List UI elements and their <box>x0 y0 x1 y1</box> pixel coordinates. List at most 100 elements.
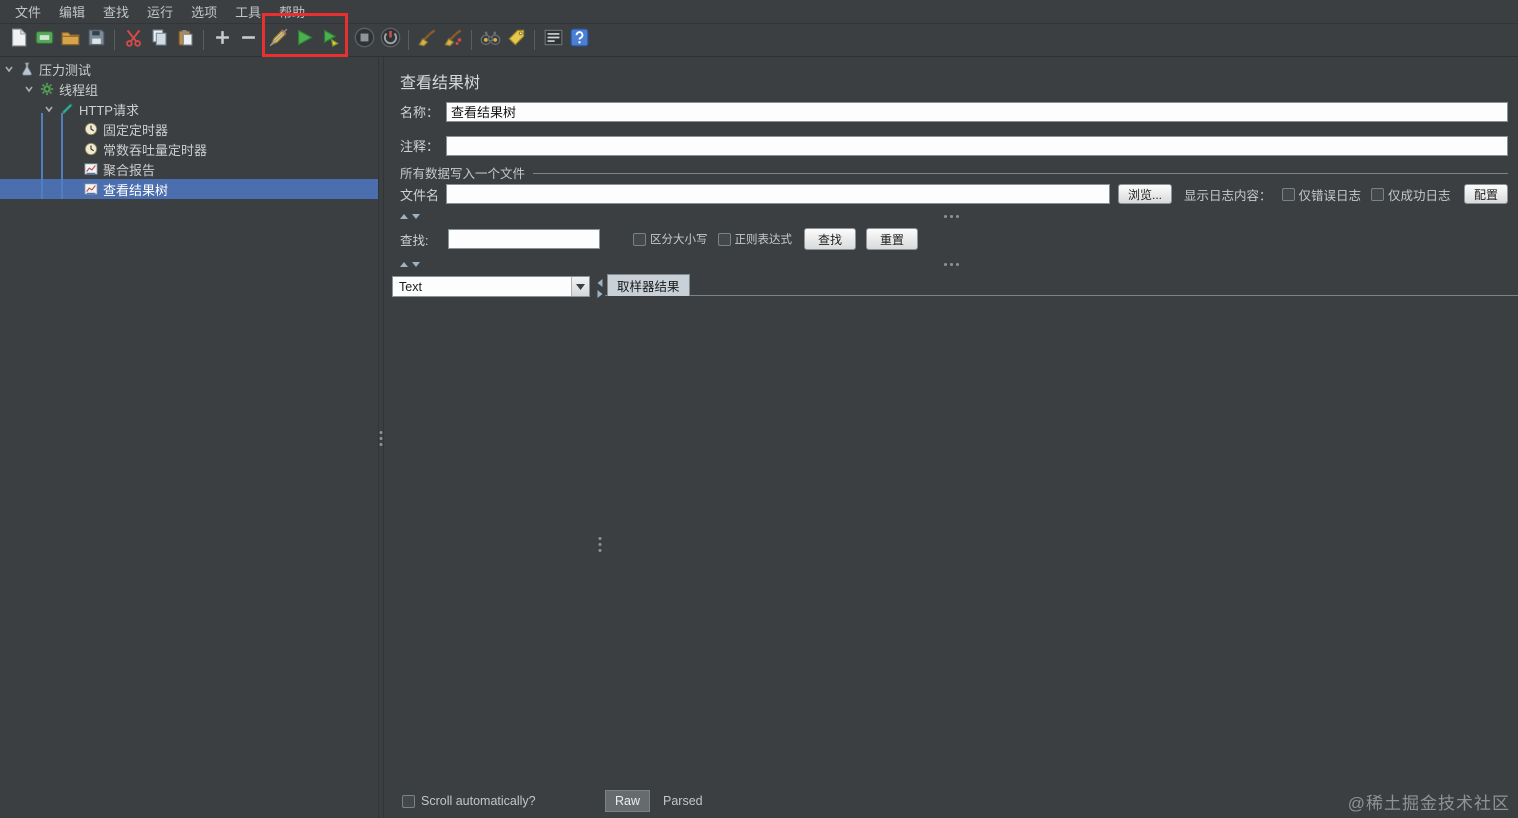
tab-parsed[interactable]: Parsed <box>654 790 712 812</box>
menu-help[interactable]: 帮助 <box>270 0 314 24</box>
chevron-down-icon[interactable] <box>571 277 589 296</box>
cut-button[interactable] <box>120 27 146 54</box>
tree-item-http-request[interactable]: HTTP请求 <box>0 99 378 119</box>
splitter-handle[interactable] <box>379 431 383 446</box>
collapse-button[interactable] <box>235 27 261 54</box>
menubar: 文件 编辑 查找 运行 选项 工具 帮助 <box>0 0 1518 24</box>
comment-input[interactable] <box>446 135 1508 156</box>
start-no-pauses-button[interactable] <box>317 27 343 54</box>
chevron-down-icon[interactable] <box>20 80 38 98</box>
view-results-tree-panel: 查看结果树 名称： 注释： 所有数据写入一个文件 文件名 浏览... 显示日志内… <box>384 57 1518 818</box>
success-only-label: 仅成功日志 <box>1388 188 1451 203</box>
search-button[interactable] <box>477 27 503 54</box>
tree-item-constant-timer[interactable]: 固定定时器 <box>0 119 378 139</box>
tree-item-label: 常数吞吐量定时器 <box>103 142 208 158</box>
stop-button[interactable] <box>351 27 377 54</box>
splitter-collapse-arrows[interactable] <box>597 279 603 298</box>
clear-button[interactable] <box>414 27 440 54</box>
tab-raw[interactable]: Raw <box>605 790 651 812</box>
page-title: 查看结果树 <box>400 75 481 92</box>
reset-button[interactable]: 重置 <box>866 228 918 250</box>
splitter-collapse-arrows[interactable] <box>400 262 420 267</box>
clear-all-button[interactable] <box>440 27 466 54</box>
errors-only-label: 仅错误日志 <box>1298 188 1362 203</box>
horizontal-splitter[interactable] <box>384 259 1518 270</box>
name-row: 名称： <box>400 101 1508 122</box>
new-file-button[interactable] <box>5 27 31 54</box>
timer-icon <box>82 141 100 157</box>
splitter-collapse-arrows[interactable] <box>400 214 420 219</box>
splitter-handle[interactable] <box>944 263 959 266</box>
shutdown-button[interactable] <box>377 27 403 54</box>
tree-item-label: 聚合报告 <box>103 162 156 178</box>
test-plan-tree: 压力测试 线程组 HTTP请求 固定定时器 常数吞吐量定时器 聚合报告 查看结果… <box>0 57 378 818</box>
search-input[interactable] <box>448 229 600 249</box>
scroll-automatically-checkbox[interactable] <box>402 794 415 808</box>
find-button[interactable]: 查找 <box>804 228 856 250</box>
horizontal-splitter[interactable] <box>384 211 1518 222</box>
search-icon <box>480 29 501 51</box>
toggle-edit-button[interactable] <box>265 27 291 54</box>
menu-options[interactable]: 选项 <box>182 0 226 24</box>
copy-button[interactable] <box>146 27 172 54</box>
splitter-handle[interactable] <box>944 215 959 218</box>
start-icon <box>295 28 314 52</box>
case-sensitive-label: 区分大小写 <box>650 234 708 246</box>
renderer-selected-value: Text <box>399 279 422 294</box>
file-section-label: 所有数据写入一个文件 <box>400 167 526 181</box>
menu-tools[interactable]: 工具 <box>226 0 270 24</box>
search-row: 查找: 区分大小写 正则表达式 查找 重置 <box>400 227 1508 251</box>
chevron-down-icon[interactable] <box>0 60 18 78</box>
tab-sampler-result[interactable]: 取样器结果 <box>607 274 690 296</box>
section-divider <box>533 172 1508 174</box>
menu-search[interactable]: 查找 <box>94 0 138 24</box>
sampler-tab-row: 取样器结果 <box>605 273 1518 296</box>
regex-checkbox[interactable] <box>717 232 731 246</box>
success-only-checkbox[interactable] <box>1371 187 1385 201</box>
menu-file[interactable]: 文件 <box>6 0 50 24</box>
thread-group-icon <box>38 81 56 97</box>
test-plan-icon <box>18 61 36 77</box>
tree-item-aggregate-report[interactable]: 聚合报告 <box>0 159 378 179</box>
menu-edit[interactable]: 编辑 <box>50 0 94 24</box>
open-icon <box>61 29 80 51</box>
toolbar-separator <box>471 30 472 50</box>
case-sensitive-checkbox[interactable] <box>633 232 646 246</box>
tree-item-view-results-tree[interactable]: 查看结果树 <box>0 179 378 199</box>
plus-icon <box>214 29 231 51</box>
templates-button[interactable] <box>31 27 57 54</box>
toolbar-separator <box>408 30 409 50</box>
function-helper-icon <box>507 28 526 52</box>
save-button[interactable] <box>83 27 109 54</box>
tree-item-test-plan[interactable]: 压力测试 <box>0 59 378 79</box>
file-row: 文件名 浏览... 显示日志内容： 仅错误日志 仅成功日志 配置 <box>400 183 1508 205</box>
function-helper-button[interactable] <box>503 27 529 54</box>
paste-button[interactable] <box>172 27 198 54</box>
menu-run[interactable]: 运行 <box>138 0 182 24</box>
expand-button[interactable] <box>209 27 235 54</box>
toolbar-separator <box>114 30 115 50</box>
results-viewer: Text Scroll automatically? 取样器结果 Raw Par… <box>384 273 1518 818</box>
new-file-icon <box>10 28 27 52</box>
tree-item-thread-group[interactable]: 线程组 <box>0 79 378 99</box>
name-input[interactable] <box>446 101 1508 122</box>
help-button[interactable] <box>566 27 592 54</box>
start-button[interactable] <box>291 27 317 54</box>
toolbar-separator <box>203 30 204 50</box>
tree-item-label: 查看结果树 <box>103 182 169 198</box>
splitter-handle[interactable] <box>598 537 602 552</box>
browse-button[interactable]: 浏览... <box>1118 184 1173 204</box>
configure-button[interactable]: 配置 <box>1463 184 1508 204</box>
toolbar <box>0 24 1518 57</box>
minus-icon <box>240 29 257 51</box>
filename-input[interactable] <box>446 184 1110 204</box>
open-button[interactable] <box>57 27 83 54</box>
name-label: 名称： <box>400 105 440 120</box>
tree-item-throughput-timer[interactable]: 常数吞吐量定时器 <box>0 139 378 159</box>
log-viewer-button[interactable] <box>540 27 566 54</box>
renderer-dropdown[interactable]: Text <box>392 276 590 297</box>
start-no-pauses-icon <box>321 28 340 52</box>
errors-only-checkbox[interactable] <box>1281 187 1295 201</box>
listener-icon <box>82 161 100 177</box>
viewer-splitter[interactable] <box>595 273 605 818</box>
